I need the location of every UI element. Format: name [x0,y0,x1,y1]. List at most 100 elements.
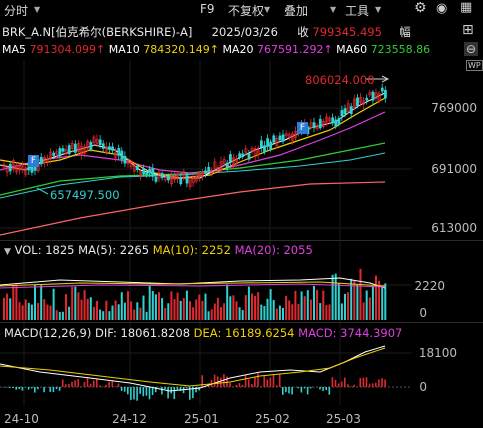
volume-bar [362,302,365,320]
macd-bar [371,383,374,387]
macd-bar [117,383,120,387]
panel-divider[interactable] [0,240,483,241]
volume-bar [201,300,204,320]
volume-bar [269,289,272,320]
macd-bar [251,384,253,387]
macd-bar [123,387,126,392]
candle-body [148,168,152,174]
price-axis-label: 769000 [431,101,477,115]
volume-bar [337,283,340,320]
volume-bar [260,304,263,320]
macd-bar [340,381,343,387]
macd-bar [328,387,331,395]
volume-bar [220,307,222,320]
event-marker-f[interactable]: F [297,122,308,134]
volume-bar [34,284,36,320]
macd-bar [244,375,247,387]
macd-bar [331,377,334,387]
volume-bar [247,286,250,320]
volume-bar [368,297,371,320]
macd-bar [232,386,234,387]
macd-bar [68,383,70,387]
macd-bar [77,379,79,387]
candle-body [318,118,322,129]
volume-bar [282,307,284,320]
macd-bar [145,387,148,396]
volume-bar [198,294,201,320]
macd-bar [105,384,107,387]
volume-bar [263,306,266,320]
candle-body [371,91,375,101]
macd-bar [381,378,383,387]
candle-body [8,163,12,172]
candle-body [185,175,189,184]
volume-bar [334,273,337,320]
candle-body [204,170,208,174]
candle-body [337,118,341,125]
macd-bar [24,387,27,388]
candle-body [365,97,369,101]
volume-bar [12,285,15,320]
candle-body [331,117,335,124]
macd-bar [133,387,135,400]
macd-bar [130,387,132,400]
macd-bar [55,387,58,390]
chevron-down-icon[interactable]: ▼ [4,247,11,257]
volume-bar [309,299,312,320]
macd-bar [170,387,172,394]
vol-ma5: MA(5): 2265 [78,243,150,257]
volume-bar [365,290,368,320]
macd-bar [269,377,272,387]
macd-bar [74,380,76,387]
macd-legend: MACD(12,26,9) DIF: 18061.8208 DEA: 16189… [4,326,402,340]
volume-axis-label: 2220 [414,279,445,293]
macd-bar [30,387,33,389]
volume-bar [6,293,9,320]
kline-chart[interactable] [0,0,483,428]
volume-bar [356,283,359,320]
volume-bar [58,311,61,320]
macd-bar [114,386,117,387]
candle-body [39,156,43,165]
macd-bar [368,383,371,387]
volume-bar [254,295,257,320]
macd-value: MACD: 3744.3907 [298,326,403,340]
candle-body [117,148,121,156]
panel-divider[interactable] [0,322,483,323]
volume-bar [15,284,18,320]
macd-bar [365,377,368,387]
x-axis-label: 25-03 [326,412,361,426]
candle-body [145,172,149,175]
volume-bar [46,304,49,320]
volume-bar [288,300,291,320]
candle-body [58,148,62,157]
volume-bar [74,286,77,320]
candle-body [356,97,359,107]
volume-bar [238,307,241,320]
volume-bar [272,299,275,320]
volume-bar [216,297,219,320]
candle-body [269,141,273,150]
volume-bar [204,293,207,320]
volume-bar [300,291,303,320]
volume-bar [285,295,288,320]
x-axis-label: 24-10 [4,412,39,426]
volume-bar [83,290,86,320]
candle-body [247,153,251,160]
volume-bar [170,291,173,320]
candle-body [263,145,266,153]
candle-body [154,176,158,182]
macd-bar [18,387,21,390]
macd-bar [167,387,169,399]
macd-bar [319,387,321,390]
volume-bar [210,309,213,320]
volume-bar [68,306,71,320]
volume-bar [130,301,133,320]
volume-bar [350,278,353,320]
macd-bar [378,379,380,387]
candle-body [278,135,282,141]
volume-bar [133,309,136,320]
event-marker-f[interactable]: F [28,155,39,167]
candle-body [266,138,270,147]
candle-body [101,143,105,149]
